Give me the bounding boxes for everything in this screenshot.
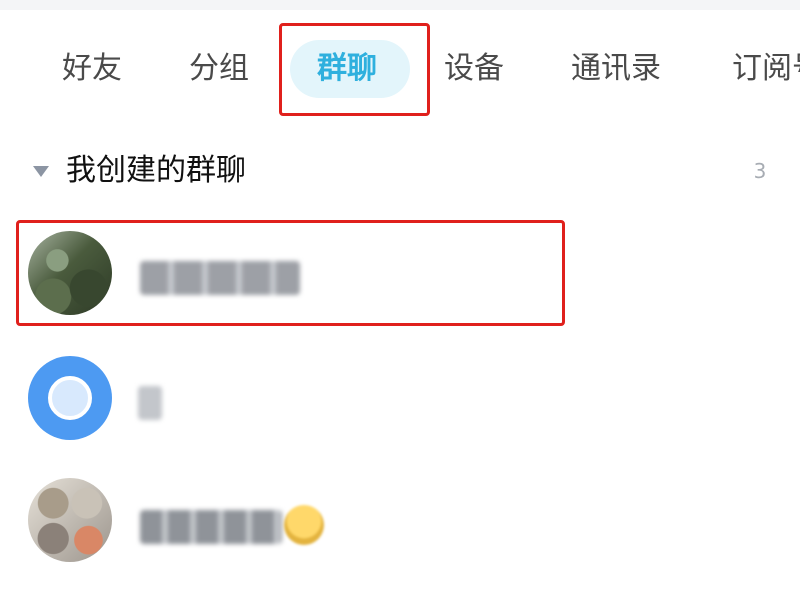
tab-groups[interactable]: 分组	[189, 42, 249, 96]
top-strip	[0, 0, 800, 10]
contact-tabs: 好友 分组 群聊 设备 通讯录 订阅号	[0, 30, 800, 110]
group-list-item[interactable]	[0, 343, 800, 453]
group-name-redacted	[138, 386, 162, 420]
group-list-item[interactable]	[0, 465, 800, 575]
emoji-icon	[284, 505, 324, 545]
group-avatar-inner-icon	[48, 376, 92, 420]
group-avatar-blue-circle	[28, 356, 112, 440]
tab-friends[interactable]: 好友	[62, 42, 122, 96]
tab-devices[interactable]: 设备	[444, 42, 504, 96]
section-title: 我创建的群聊	[66, 153, 246, 188]
contacts-screen: 好友 分组 群聊 设备 通讯录 订阅号 我创建的群聊 3	[0, 0, 800, 600]
group-list-item[interactable]	[0, 218, 800, 328]
tab-group-chats[interactable]: 群聊	[317, 42, 377, 96]
tab-address-book[interactable]: 通讯录	[571, 42, 661, 96]
group-avatar-photo	[28, 231, 112, 315]
section-count: 3	[753, 159, 767, 183]
group-name-redacted	[140, 510, 282, 544]
group-avatar-collage	[28, 478, 112, 562]
section-my-created-groups[interactable]: 我创建的群聊 3	[0, 140, 800, 202]
group-name-redacted	[140, 261, 300, 295]
tab-subscriptions[interactable]: 订阅号	[732, 42, 800, 96]
collapse-caret-icon[interactable]	[33, 166, 49, 177]
